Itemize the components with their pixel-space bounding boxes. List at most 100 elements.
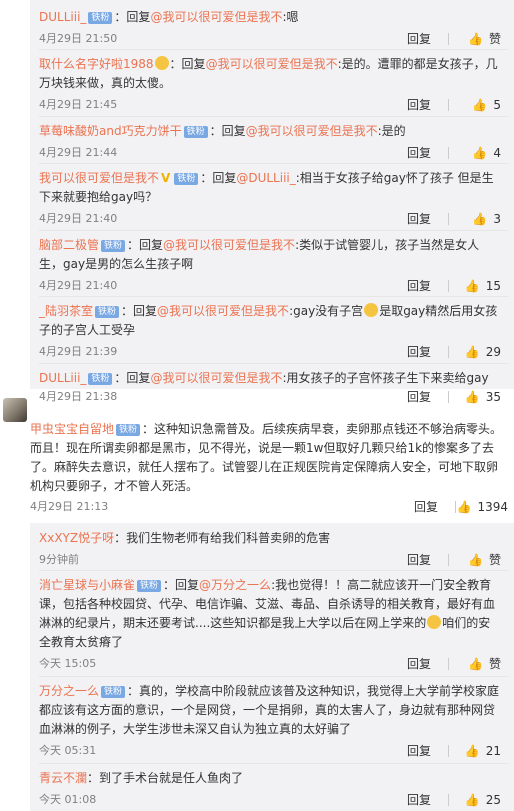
divider <box>39 116 508 117</box>
reply-button[interactable]: 回复 <box>407 277 431 295</box>
username-link[interactable]: 脑部二极管 <box>39 238 99 252</box>
thumbs-up-icon: 👍 <box>464 744 480 758</box>
reply-text: ：我们生物老师有给我们科普卖卵的危害 <box>114 531 331 545</box>
like-count: 4 <box>493 146 501 160</box>
like-count: 25 <box>485 793 501 807</box>
reply-button[interactable]: 回复 <box>407 388 431 406</box>
username-link[interactable]: DULLiii_ <box>39 371 86 385</box>
mention-link[interactable]: @我可以很可爱但是我不 <box>246 124 378 138</box>
reply-button[interactable]: 回复 <box>407 655 431 673</box>
reply-prefix: ：回复 <box>114 10 151 24</box>
like-button[interactable]: 👍 29 <box>449 343 501 361</box>
thumbs-up-icon: 👍 <box>456 500 472 514</box>
reply-button[interactable]: 回复 <box>407 96 431 114</box>
username-link[interactable]: 消亡星球与小麻雀 <box>39 578 135 592</box>
like-button[interactable]: 👍 1394 <box>456 498 509 516</box>
mention-link[interactable]: @万分之一么 <box>199 578 271 592</box>
username-link[interactable]: 草莓味酸奶and巧克力饼干 <box>39 124 182 138</box>
username-link[interactable]: 甲虫宝宝自留地 <box>30 422 114 436</box>
like-count: 29 <box>485 345 501 359</box>
like-button[interactable]: 👍 4 <box>449 144 501 162</box>
mention-link[interactable]: @DULLiii_ <box>236 171 295 185</box>
timestamp: 4月29日 21:44 <box>39 146 118 159</box>
timestamp: 4月29日 21:40 <box>39 212 118 225</box>
main-comment: 甲虫宝宝自留地 铁粉 ：这种知识急需普及。后续疾病早衰，卖卵那点钱还不够治病零头。而… <box>30 420 508 516</box>
like-button[interactable]: 👍 35 <box>449 388 501 406</box>
fan-badge-icon: 铁粉 <box>88 373 113 385</box>
thumbs-up-icon: 👍 <box>468 32 483 46</box>
reply-button[interactable]: 回复 <box>407 742 431 760</box>
divider <box>39 676 508 677</box>
thumbs-up-icon: 👍 <box>468 553 483 567</box>
like-button[interactable]: 👍 赞 <box>449 30 501 48</box>
reply-button[interactable]: 回复 <box>414 498 438 516</box>
list-item: 我可以很可爱但是我不 V 铁粉 ：回复@DULLiii_:相当于女孩子给gay怀了孩子… <box>39 169 501 228</box>
reply-prefix: ：回复 <box>114 371 151 385</box>
username-link[interactable]: 我可以很可爱但是我不 <box>39 171 159 185</box>
mention-link[interactable]: @我可以很可爱但是我不 <box>157 304 289 318</box>
like-label: 赞 <box>488 32 501 46</box>
like-button[interactable]: 👍 赞 <box>449 655 501 673</box>
list-item: 万分之一么 铁粉 ：真的，学校高中阶段就应该普及这种知识，我觉得上大学前学校家庭都应… <box>39 682 501 760</box>
reply-button[interactable]: 回复 <box>407 791 431 809</box>
thumbs-up-icon: 👍 <box>464 793 480 807</box>
like-button[interactable]: 👍 5 <box>449 96 501 114</box>
thumbs-up-icon: 👍 <box>464 390 480 404</box>
username-link[interactable]: XxXYZ悦子呀 <box>39 531 114 545</box>
list-item-meta: 4月29日 21:38 回复 👍 35 <box>39 388 501 406</box>
like-button[interactable]: 👍 21 <box>449 742 501 760</box>
reply-button[interactable]: 回复 <box>407 210 431 228</box>
thumbs-up-icon: 👍 <box>464 279 480 293</box>
like-button[interactable]: 👍 15 <box>449 277 501 295</box>
verified-icon: V <box>161 171 171 185</box>
reply-button[interactable]: 回复 <box>407 551 431 569</box>
thumbs-up-icon: 👍 <box>472 98 488 112</box>
username-link[interactable]: 取什么名字好啦1988 <box>39 57 154 71</box>
mention-link[interactable]: @我可以很可爱但是我不 <box>150 371 282 385</box>
divider <box>39 763 508 764</box>
like-count: 21 <box>485 744 501 758</box>
divider <box>39 49 508 50</box>
reply-button[interactable]: 回复 <box>407 144 431 162</box>
divider <box>39 363 508 364</box>
timestamp: 4月29日 21:39 <box>39 345 118 358</box>
timestamp: 9分钟前 <box>39 553 79 566</box>
divider <box>39 230 508 231</box>
reply-prefix: ：回复 <box>127 238 164 252</box>
thumbs-up-icon: 👍 <box>464 345 480 359</box>
list-item: _陆羽茶室 铁粉 ：回复@我可以很可爱但是我不:gay没有子宫 是取gay精然后用女孩… <box>39 302 501 361</box>
reply-text: :是的 <box>377 124 406 138</box>
fan-badge-icon: 铁粉 <box>137 580 162 592</box>
fan-badge-icon: 铁粉 <box>88 12 113 24</box>
reply-prefix: ：回复 <box>209 124 246 138</box>
username-link[interactable]: DULLiii_ <box>39 10 86 24</box>
mention-link[interactable]: @我可以很可爱但是我不 <box>206 57 338 71</box>
reply-prefix: ：回复 <box>200 171 237 185</box>
like-button[interactable]: 👍 3 <box>449 210 501 228</box>
emoji-icon <box>154 56 169 70</box>
divider <box>39 163 508 164</box>
list-item: DULLiii_ 铁粉 ：回复@我可以很可爱但是我不:用女孩子的子宫怀孩子生下来卖给… <box>39 369 501 388</box>
fan-badge-icon: 铁粉 <box>183 126 208 138</box>
list-item: DULLiii_ 铁粉 ：回复@我可以很可爱但是我不:嗯 4月29日 21:50 回… <box>39 8 501 48</box>
reply-text: :gay没有子宫 <box>289 304 364 318</box>
like-button[interactable]: 👍 25 <box>449 791 501 809</box>
divider <box>39 570 508 571</box>
username-link[interactable]: _陆羽茶室 <box>39 304 93 318</box>
username-link[interactable]: 万分之一么 <box>39 684 99 698</box>
like-button[interactable]: 👍 赞 <box>449 551 501 569</box>
like-count: 35 <box>485 390 501 404</box>
list-item: 草莓味酸奶and巧克力饼干 铁粉 ：回复@我可以很可爱但是我不:是的 4月29日 2… <box>39 122 501 162</box>
fan-badge-icon: 铁粉 <box>101 240 126 252</box>
reply-button[interactable]: 回复 <box>407 30 431 48</box>
avatar[interactable] <box>3 398 27 422</box>
list-item: XxXYZ悦子呀：我们生物老师有给我们科普卖卵的危害 9分钟前 回复 👍 赞 <box>39 529 501 569</box>
mention-link[interactable]: @我可以很可爱但是我不 <box>150 10 282 24</box>
reply-prefix: ：回复 <box>169 57 206 71</box>
thumbs-up-icon: 👍 <box>472 146 488 160</box>
username-link[interactable]: 青云不瀾 <box>39 771 87 785</box>
reply-button[interactable]: 回复 <box>407 343 431 361</box>
timestamp: 4月29日 21:40 <box>39 279 118 292</box>
mention-link[interactable]: @我可以很可爱但是我不 <box>163 238 295 252</box>
timestamp: 今天 15:05 <box>39 657 97 670</box>
